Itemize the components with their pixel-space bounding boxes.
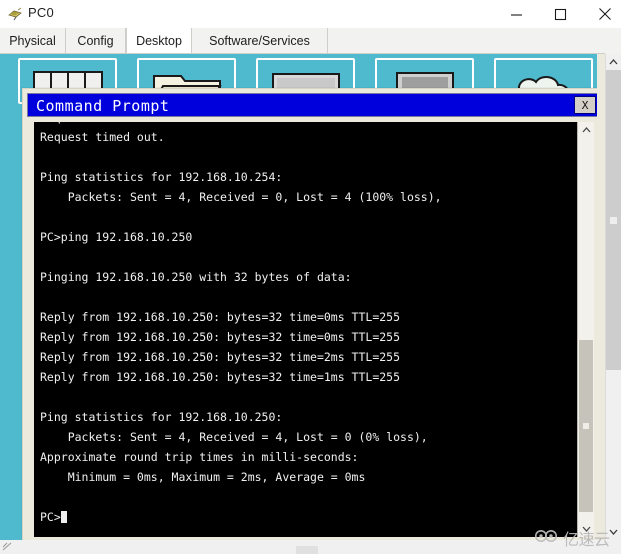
- terminal-line: Approximate round trip times in milli-se…: [40, 450, 359, 464]
- tab-physical[interactable]: Physical: [0, 28, 66, 54]
- terminal-line: Pinging 192.168.10.250 with 32 bytes of …: [40, 270, 352, 284]
- desktop-panel: Command Prompt X Minimum = 0ms, Maximum …: [0, 54, 605, 540]
- maximize-icon[interactable]: [538, 0, 582, 28]
- terminal-line: Reply from 192.168.10.250: bytes=32 time…: [40, 370, 401, 384]
- terminal-scrollbar[interactable]: [577, 122, 594, 537]
- bottom-bar-nub: [296, 546, 318, 554]
- terminal-line: Reply from 192.168.10.250: bytes=32 time…: [40, 330, 401, 344]
- terminal-line: Reply from 192.168.10.250: bytes=32 time…: [40, 350, 401, 364]
- close-icon[interactable]: [583, 0, 621, 28]
- tab-desktop-label: Desktop: [136, 33, 182, 48]
- terminal-line: Reply from 192.168.10.250: bytes=32 time…: [40, 310, 401, 324]
- tab-config[interactable]: Config: [66, 28, 126, 54]
- terminal-scrollbar-thumb[interactable]: [579, 340, 593, 512]
- command-prompt-close-button[interactable]: X: [574, 96, 596, 114]
- terminal-output-area[interactable]: Minimum = 0ms, Maximum = 8ms, Average = …: [34, 122, 594, 537]
- app-root: PC0 Physical Config Desktop Software/Ser…: [0, 0, 621, 554]
- terminal-scrollbar-grip: [583, 423, 589, 429]
- pt-desktop-surface: Command Prompt X Minimum = 0ms, Maximum …: [8, 54, 597, 540]
- terminal-line: Ping statistics for 192.168.10.254:: [40, 170, 283, 184]
- terminal-text: Minimum = 0ms, Maximum = 8ms, Average = …: [40, 122, 570, 527]
- panel-scrollbar-grip: [610, 217, 617, 224]
- terminal-caret: [60, 511, 67, 523]
- tab-desktop[interactable]: Desktop: [126, 28, 192, 54]
- terminal-line: PC>ping 192.168.10.250: [40, 230, 193, 244]
- watermark-text: 亿速云: [563, 530, 610, 549]
- resize-grip-icon[interactable]: [2, 542, 14, 552]
- panel-scrollbar-thumb[interactable]: [606, 70, 621, 370]
- command-prompt-titlebar[interactable]: Command Prompt X: [27, 93, 597, 117]
- chevron-up-icon[interactable]: [578, 122, 594, 138]
- terminal-line: Ping statistics for 192.168.10.250:: [40, 410, 283, 424]
- chevron-up-icon[interactable]: [606, 54, 621, 70]
- tab-software-services-label: Software/Services: [209, 34, 310, 48]
- tab-bar-filler: [328, 28, 621, 54]
- panel-scrollbar[interactable]: [605, 54, 621, 540]
- tab-bar: Physical Config Desktop Software/Service…: [0, 28, 621, 54]
- tab-physical-label: Physical: [9, 34, 56, 48]
- terminal-line: Request timed out.: [40, 130, 165, 144]
- tab-config-label: Config: [77, 34, 114, 48]
- window-titlebar: PC0: [0, 0, 621, 28]
- terminal-line: Packets: Sent = 4, Received = 4, Lost = …: [40, 430, 428, 444]
- watermark-logo-icon: [534, 528, 560, 549]
- window-title: PC0: [28, 5, 54, 20]
- desktop-left-edge: [0, 54, 8, 540]
- tab-software-services[interactable]: Software/Services: [192, 28, 328, 54]
- command-prompt-close-label: X: [581, 98, 589, 112]
- command-prompt-window: Command Prompt X Minimum = 0ms, Maximum …: [22, 88, 597, 540]
- terminal-line: Minimum = 0ms, Maximum = 2ms, Average = …: [40, 470, 366, 484]
- terminal-line: Packets: Sent = 4, Received = 0, Lost = …: [40, 190, 442, 204]
- terminal-line: PC>: [40, 507, 570, 527]
- watermark: 亿速云: [534, 526, 610, 550]
- command-prompt-title: Command Prompt: [36, 97, 170, 115]
- minimize-icon[interactable]: [494, 0, 538, 28]
- device-icon: [7, 6, 23, 22]
